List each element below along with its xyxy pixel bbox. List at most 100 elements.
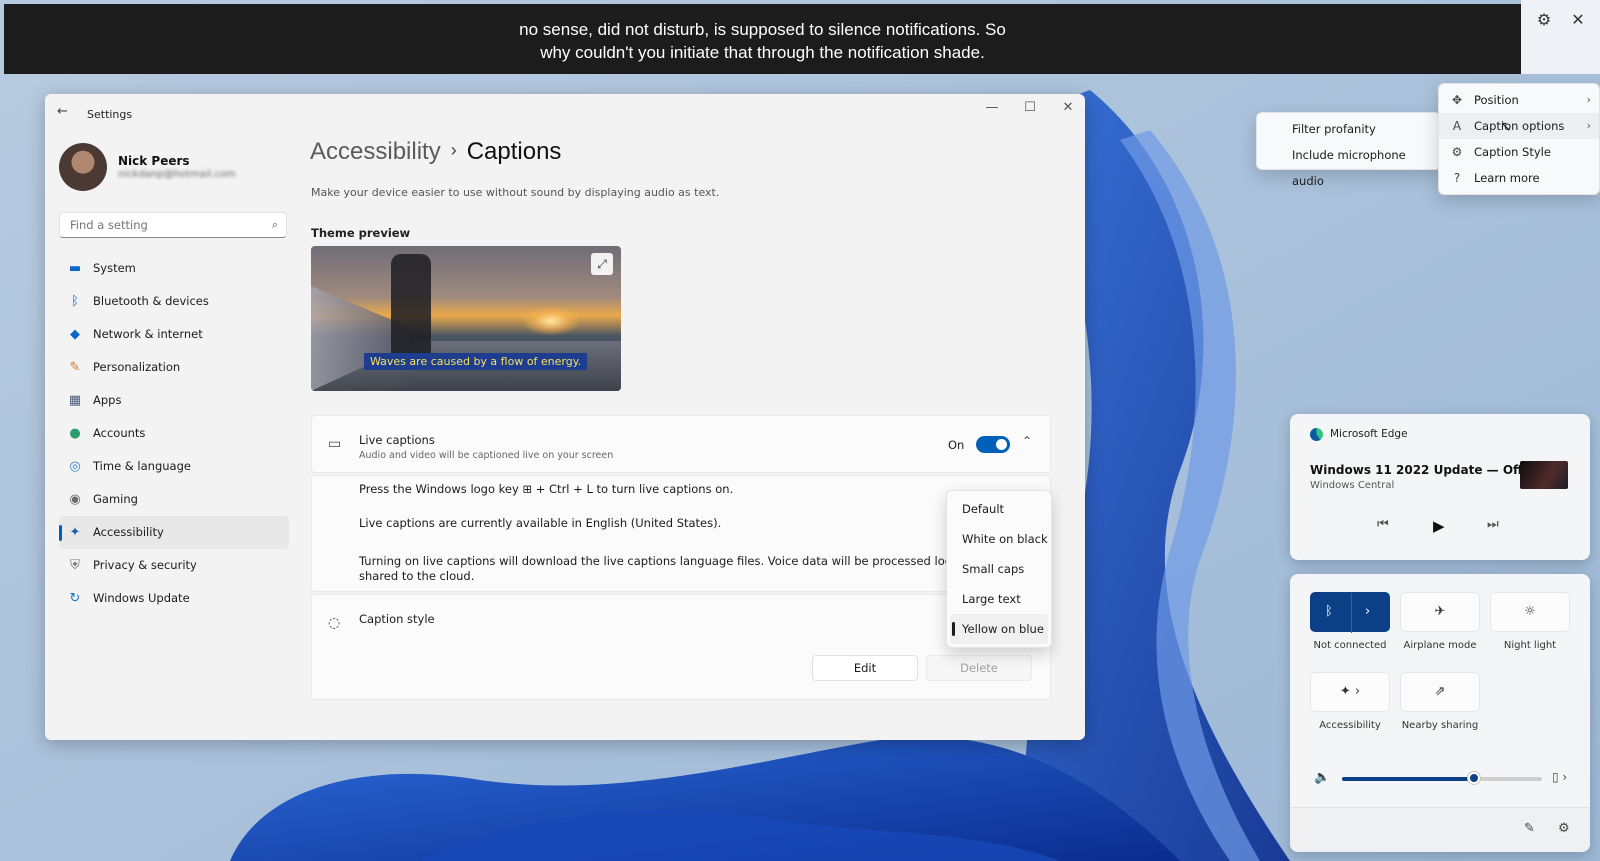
caption-options-icon: Ａ <box>1450 119 1463 133</box>
nearby-sharing-tile-label: Nearby sharing <box>1401 720 1479 731</box>
menu-item-position[interactable]: ✥ Position › <box>1439 87 1599 113</box>
media-thumbnail <box>1520 461 1568 489</box>
toggle-state-label: On <box>948 438 965 452</box>
bluetooth-tile[interactable]: ᛒ › <box>1310 592 1390 633</box>
tile-divider <box>1351 593 1352 633</box>
caption-style-card: ◌ Caption style Edit Delete <box>311 594 1051 700</box>
night-light-tile[interactable]: ☼ <box>1490 592 1570 632</box>
shield-icon: ⛨ <box>70 558 80 573</box>
availability-text: Live captions are currently available in… <box>359 516 722 530</box>
brightness-icon: ☼ <box>1524 604 1536 619</box>
style-option-white-on-black[interactable]: White on black <box>950 524 1048 554</box>
sidebar-item-apps[interactable]: ▦ Apps <box>59 384 289 417</box>
quick-settings-panel: ᛒ › Not connected ✈ Airplane mode ☼ Nigh… <box>1290 574 1590 852</box>
back-arrow-icon[interactable]: ← <box>57 104 68 119</box>
audio-device-icon[interactable]: ▯ › <box>1552 770 1567 784</box>
volume-fill <box>1342 777 1474 781</box>
live-captions-card[interactable]: ▭ Live captions Audio and video will be … <box>311 415 1051 473</box>
menu-item-learn-more[interactable]: ? Learn more <box>1439 165 1599 191</box>
delete-button[interactable]: Delete <box>926 655 1032 681</box>
privacy-text-1: Turning on live captions will download t… <box>359 554 1008 568</box>
captions-icon: ▭ <box>328 436 342 452</box>
play-icon[interactable]: ▶ <box>1433 517 1445 535</box>
globe-clock-icon: ◎ <box>69 459 81 474</box>
menu-item-caption-style[interactable]: ⚙ Caption Style <box>1439 139 1599 165</box>
live-captions-title: Live captions <box>359 433 435 447</box>
sidebar-item-network[interactable]: ◆ Network & internet <box>59 318 289 351</box>
caption-style-title: Caption style <box>359 612 435 626</box>
sidebar-item-system[interactable]: ▬ System <box>59 252 289 285</box>
live-captions-bar: no sense, did not disturb, is supposed t… <box>4 4 1521 74</box>
style-option-yellow-on-blue[interactable]: Yellow on blue <box>950 614 1048 644</box>
chevron-right-icon: › <box>1586 119 1591 132</box>
quick-settings-footer: ✎ ⚙ <box>1290 807 1590 852</box>
airplane-tile-label: Airplane mode <box>1403 640 1477 651</box>
close-icon[interactable]: ✕ <box>1568 10 1588 30</box>
palette-icon: ◌ <box>328 615 341 631</box>
caption-settings-menu: ✥ Position › Ａ Caption options › ⚙ Caption St… <box>1438 83 1600 195</box>
profile-email: nickdanp@hotmail.com <box>118 169 236 180</box>
search-box[interactable]: ⌕ <box>59 212 287 238</box>
nearby-sharing-tile[interactable]: ⇗ <box>1400 672 1480 712</box>
page-title: Captions <box>466 138 562 165</box>
style-option-default[interactable]: Default <box>950 494 1048 524</box>
search-input[interactable] <box>68 217 262 233</box>
search-icon[interactable]: ⌕ <box>272 218 278 232</box>
media-flyout: Microsoft Edge Windows 11 2022 Update — … <box>1290 414 1590 560</box>
sidebar-item-accounts[interactable]: ● Accounts <box>59 417 289 450</box>
gear-icon: ⚙ <box>1451 145 1463 159</box>
airplane-mode-tile[interactable]: ✈ <box>1400 592 1480 632</box>
sidebar-item-windows-update[interactable]: ↻ Windows Update <box>59 582 289 615</box>
maximize-icon[interactable]: ☐ <box>1018 100 1042 120</box>
filter-profanity-item[interactable]: Filter profanity <box>1257 116 1440 142</box>
preview-sun <box>521 306 581 336</box>
share-icon: ⇗ <box>1434 684 1446 699</box>
style-option-large-text[interactable]: Large text <box>950 584 1048 614</box>
sidebar-item-personalization[interactable]: ✎ Personalization <box>59 351 289 384</box>
caption-line-2: why couldn't you initiate that through t… <box>540 43 985 62</box>
gear-icon[interactable]: ⚙ <box>1534 10 1554 30</box>
edit-button[interactable]: Edit <box>812 655 918 681</box>
preview-person <box>391 254 431 364</box>
sidebar-item-time-language[interactable]: ◎ Time & language <box>59 450 289 483</box>
update-icon: ↻ <box>69 591 81 606</box>
move-icon: ✥ <box>1451 93 1463 107</box>
live-captions-details: Press the Windows logo key ⊞ + Ctrl + L … <box>311 475 1051 592</box>
mouse-cursor-icon: ↖ <box>1500 119 1512 135</box>
next-track-icon[interactable]: ⏭ <box>1487 517 1499 532</box>
sidebar-item-bluetooth[interactable]: ᛒ Bluetooth & devices <box>59 285 289 318</box>
sidebar-nav: ▬ System ᛒ Bluetooth & devices ◆ Network & … <box>59 252 289 615</box>
accessibility-tile-label: Accessibility <box>1319 720 1381 731</box>
night-light-tile-label: Night light <box>1503 640 1557 651</box>
chevron-right-icon: › <box>1586 93 1591 106</box>
caption-bar-controls: ⚙ ✕ <box>1521 0 1600 74</box>
app-title: Settings <box>87 108 133 121</box>
edit-pencil-icon[interactable]: ✎ <box>1524 821 1535 836</box>
breadcrumb-parent[interactable]: Accessibility <box>310 138 441 165</box>
include-mic-audio-item[interactable]: Include microphone audio <box>1257 142 1440 188</box>
close-icon[interactable]: ✕ <box>1056 100 1080 120</box>
caption-options-submenu: Filter profanity Include microphone audi… <box>1256 112 1441 188</box>
volume-slider[interactable] <box>1342 772 1542 784</box>
title-bar: ← Settings — ☐ ✕ <box>45 94 1085 130</box>
volume-thumb[interactable] <box>1468 772 1480 784</box>
media-channel: Windows Central <box>1310 480 1395 491</box>
sidebar-item-accessibility[interactable]: ✦ Accessibility <box>59 516 289 549</box>
accessibility-tile[interactable]: ✦ › <box>1310 672 1390 712</box>
gear-icon[interactable]: ⚙ <box>1558 821 1570 836</box>
volume-icon[interactable]: 🔈 <box>1314 770 1330 785</box>
privacy-text-2: shared to the cloud. <box>359 569 475 583</box>
sidebar-item-gaming[interactable]: ◉ Gaming <box>59 483 289 516</box>
menu-item-caption-options[interactable]: Ａ Caption options › <box>1439 113 1599 139</box>
system-icon: ▬ <box>68 261 82 276</box>
sidebar-item-privacy[interactable]: ⛨ Privacy & security <box>59 549 289 582</box>
breadcrumb-separator: › <box>450 140 457 160</box>
chevron-up-icon[interactable]: ⌃ <box>1022 434 1032 448</box>
style-option-small-caps[interactable]: Small caps <box>950 554 1048 584</box>
minimize-icon[interactable]: — <box>980 100 1004 120</box>
expand-icon[interactable]: ⤢ <box>591 253 613 275</box>
chevron-right-icon[interactable]: › <box>1365 593 1370 631</box>
live-captions-toggle[interactable] <box>976 436 1010 453</box>
avatar[interactable] <box>59 143 107 191</box>
previous-track-icon[interactable]: ⏮ <box>1377 517 1389 532</box>
